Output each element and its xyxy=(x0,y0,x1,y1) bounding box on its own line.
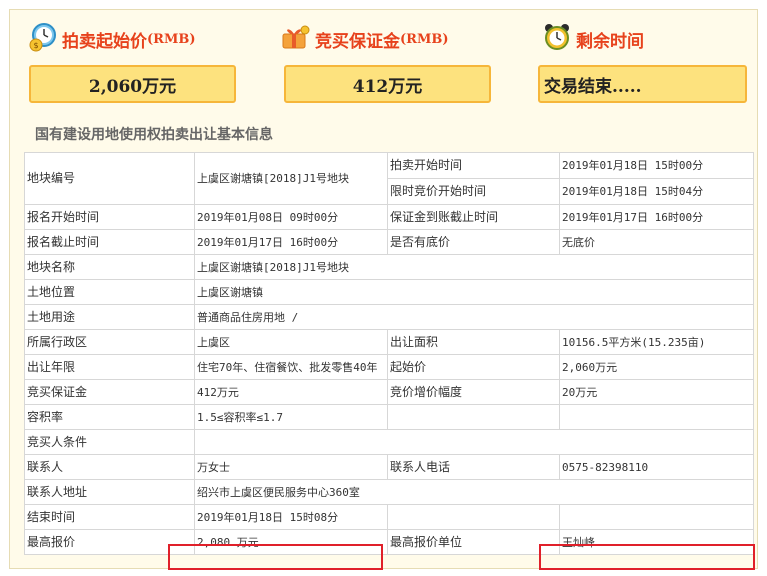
table-row: 报名截止时间 2019年01月17日 16时00分 是否有底价 无底价 xyxy=(24,229,754,255)
table-row: 竞买人条件 xyxy=(24,429,754,455)
start-price-value: 2,060万元 xyxy=(88,76,177,97)
field-label: 报名截止时间 xyxy=(24,229,195,255)
deposit-header: 竞买保证金 (RMB) xyxy=(279,22,448,56)
field-value: 上虞区 xyxy=(194,329,388,355)
field-label: 出让年限 xyxy=(24,354,195,380)
field-value: 2,060万元 xyxy=(559,354,754,380)
empty-cell xyxy=(559,404,754,430)
field-label: 联系人 xyxy=(24,454,195,480)
field-value: 2019年01月18日 15时04分 xyxy=(559,178,754,205)
table-row: 地块编号 上虞区谢塘镇[2018]J1号地块 拍卖开始时间 2019年01月18… xyxy=(24,152,754,205)
field-value xyxy=(194,429,754,455)
highest-bidder-value: 王灿峰 xyxy=(559,529,754,555)
table-row: 联系人地址 绍兴市上虞区便民服务中心360室 xyxy=(24,479,754,505)
deposit-label: 竞买保证金 xyxy=(315,31,400,52)
empty-cell xyxy=(559,504,754,530)
field-label: 竞买人条件 xyxy=(24,429,195,455)
field-label: 出让面积 xyxy=(387,329,560,355)
field-label: 拍卖开始时间 xyxy=(387,152,560,179)
field-label: 土地位置 xyxy=(24,279,195,305)
table-row: 联系人 万女士 联系人电话 0575-82398110 xyxy=(24,454,754,480)
deposit-value: 412万元 xyxy=(352,76,423,97)
field-label: 联系人电话 xyxy=(387,454,560,480)
field-label: 竞价增价幅度 xyxy=(387,379,560,405)
field-value: 住宅70年、住宿餐饮、批发零售40年 xyxy=(194,354,388,380)
table-row: 报名开始时间 2019年01月08日 09时00分 保证金到账截止时间 2019… xyxy=(24,204,754,230)
field-label: 结束时间 xyxy=(24,504,195,530)
gift-money-icon xyxy=(279,22,311,56)
field-value: 412万元 xyxy=(194,379,388,405)
field-value: 0575-82398110 xyxy=(559,454,754,480)
field-label: 所属行政区 xyxy=(24,329,195,355)
field-value: 10156.5平方米(15.235亩) xyxy=(559,329,754,355)
field-label: 地块名称 xyxy=(24,254,195,280)
field-label: 保证金到账截止时间 xyxy=(387,204,560,230)
svg-text:$: $ xyxy=(33,41,38,50)
field-value: 普通商品住房用地 / xyxy=(194,304,754,330)
table-row: 最高报价 2,080 万元 最高报价单位 王灿峰 xyxy=(24,529,754,555)
start-price-label: 拍卖起始价 xyxy=(62,31,147,52)
field-value: 2019年01月17日 16时00分 xyxy=(559,204,754,230)
remaining-time-box: 交易结束..... xyxy=(538,65,747,103)
table-row: 竞买保证金 412万元 竞价增价幅度 20万元 xyxy=(24,379,754,405)
field-value: 2019年01月17日 16时00分 xyxy=(194,229,388,255)
table-row: 地块名称 上虞区谢塘镇[2018]J1号地块 xyxy=(24,254,754,280)
start-price-unit: (RMB) xyxy=(147,31,196,47)
field-value: 万女士 xyxy=(194,454,388,480)
field-label: 最高报价单位 xyxy=(387,529,560,555)
field-label: 限时竞价开始时间 xyxy=(387,178,560,205)
remaining-time-label: 剩余时间 xyxy=(576,31,644,52)
remaining-time-value: 交易结束..... xyxy=(544,76,642,97)
field-label: 土地用途 xyxy=(24,304,195,330)
start-price-box: 2,060万元 xyxy=(29,65,236,103)
field-value: 上虞区谢塘镇 xyxy=(194,279,754,305)
table-row: 结束时间 2019年01月18日 15时08分 xyxy=(24,504,754,530)
start-price-header: $ 拍卖起始价 (RMB) xyxy=(28,22,195,56)
field-value: 上虞区谢塘镇[2018]J1号地块 xyxy=(194,254,754,280)
field-label: 报名开始时间 xyxy=(24,204,195,230)
table-row: 容积率 1.5≤容积率≤1.7 xyxy=(24,404,754,430)
table-row: 土地用途 普通商品住房用地 / xyxy=(24,304,754,330)
clock-money-icon: $ xyxy=(28,22,58,56)
table-row: 出让年限 住宅70年、住宿餐饮、批发零售40年 起始价 2,060万元 xyxy=(24,354,754,380)
alarm-clock-icon xyxy=(542,22,572,56)
field-value: 20万元 xyxy=(559,379,754,405)
field-label: 地块编号 xyxy=(24,152,195,205)
field-label: 是否有底价 xyxy=(387,229,560,255)
empty-cell xyxy=(387,504,560,530)
land-info-table: 地块编号 上虞区谢塘镇[2018]J1号地块 拍卖开始时间 2019年01月18… xyxy=(24,152,754,555)
field-label: 起始价 xyxy=(387,354,560,380)
remaining-time-header: 剩余时间 xyxy=(542,22,644,56)
deposit-unit: (RMB) xyxy=(400,31,449,47)
empty-cell xyxy=(387,404,560,430)
field-label: 竞买保证金 xyxy=(24,379,195,405)
field-label: 最高报价 xyxy=(24,529,195,555)
field-value: 2019年01月08日 09时00分 xyxy=(194,204,388,230)
field-value: 2019年01月18日 15时00分 xyxy=(559,152,754,179)
field-value: 2019年01月18日 15时08分 xyxy=(194,504,388,530)
deposit-box: 412万元 xyxy=(284,65,491,103)
field-value: 无底价 xyxy=(559,229,754,255)
field-value: 上虞区谢塘镇[2018]J1号地块 xyxy=(194,152,388,205)
field-label: 容积率 xyxy=(24,404,195,430)
table-row: 所属行政区 上虞区 出让面积 10156.5平方米(15.235亩) xyxy=(24,329,754,355)
section-title: 国有建设用地使用权拍卖出让基本信息 xyxy=(35,127,273,143)
field-label: 联系人地址 xyxy=(24,479,195,505)
field-value: 1.5≤容积率≤1.7 xyxy=(194,404,388,430)
field-value: 绍兴市上虞区便民服务中心360室 xyxy=(194,479,754,505)
table-row: 土地位置 上虞区谢塘镇 xyxy=(24,279,754,305)
highest-bid-value: 2,080 万元 xyxy=(194,529,388,555)
